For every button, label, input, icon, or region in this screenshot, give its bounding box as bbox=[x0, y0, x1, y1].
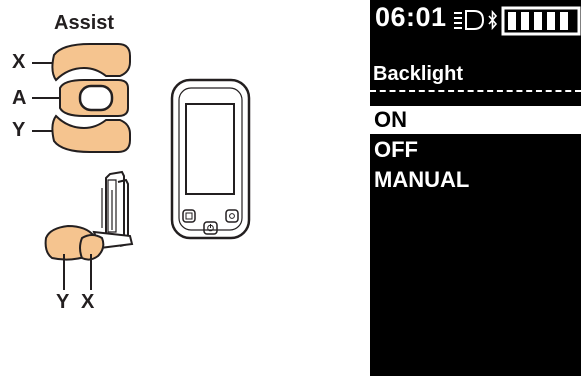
menu-item-off[interactable]: OFF bbox=[370, 136, 581, 164]
menu-item-manual[interactable]: MANUAL bbox=[370, 166, 581, 194]
battery-icon bbox=[501, 6, 581, 36]
diagram-illustration bbox=[32, 43, 251, 290]
title-divider bbox=[370, 90, 581, 92]
clock-time: 06:01 bbox=[375, 2, 447, 32]
screen-title: Backlight bbox=[373, 63, 464, 85]
switch-a-button bbox=[78, 84, 114, 112]
display-screen: 06:01 Backlight ON OFF MANUAL bbox=[370, 0, 581, 376]
bluetooth-icon bbox=[488, 10, 498, 30]
headlight-icon bbox=[454, 10, 485, 30]
switch-y bbox=[51, 114, 131, 153]
switch-x bbox=[51, 43, 131, 82]
menu-item-on[interactable]: ON bbox=[370, 106, 581, 134]
display-unit bbox=[170, 78, 251, 240]
